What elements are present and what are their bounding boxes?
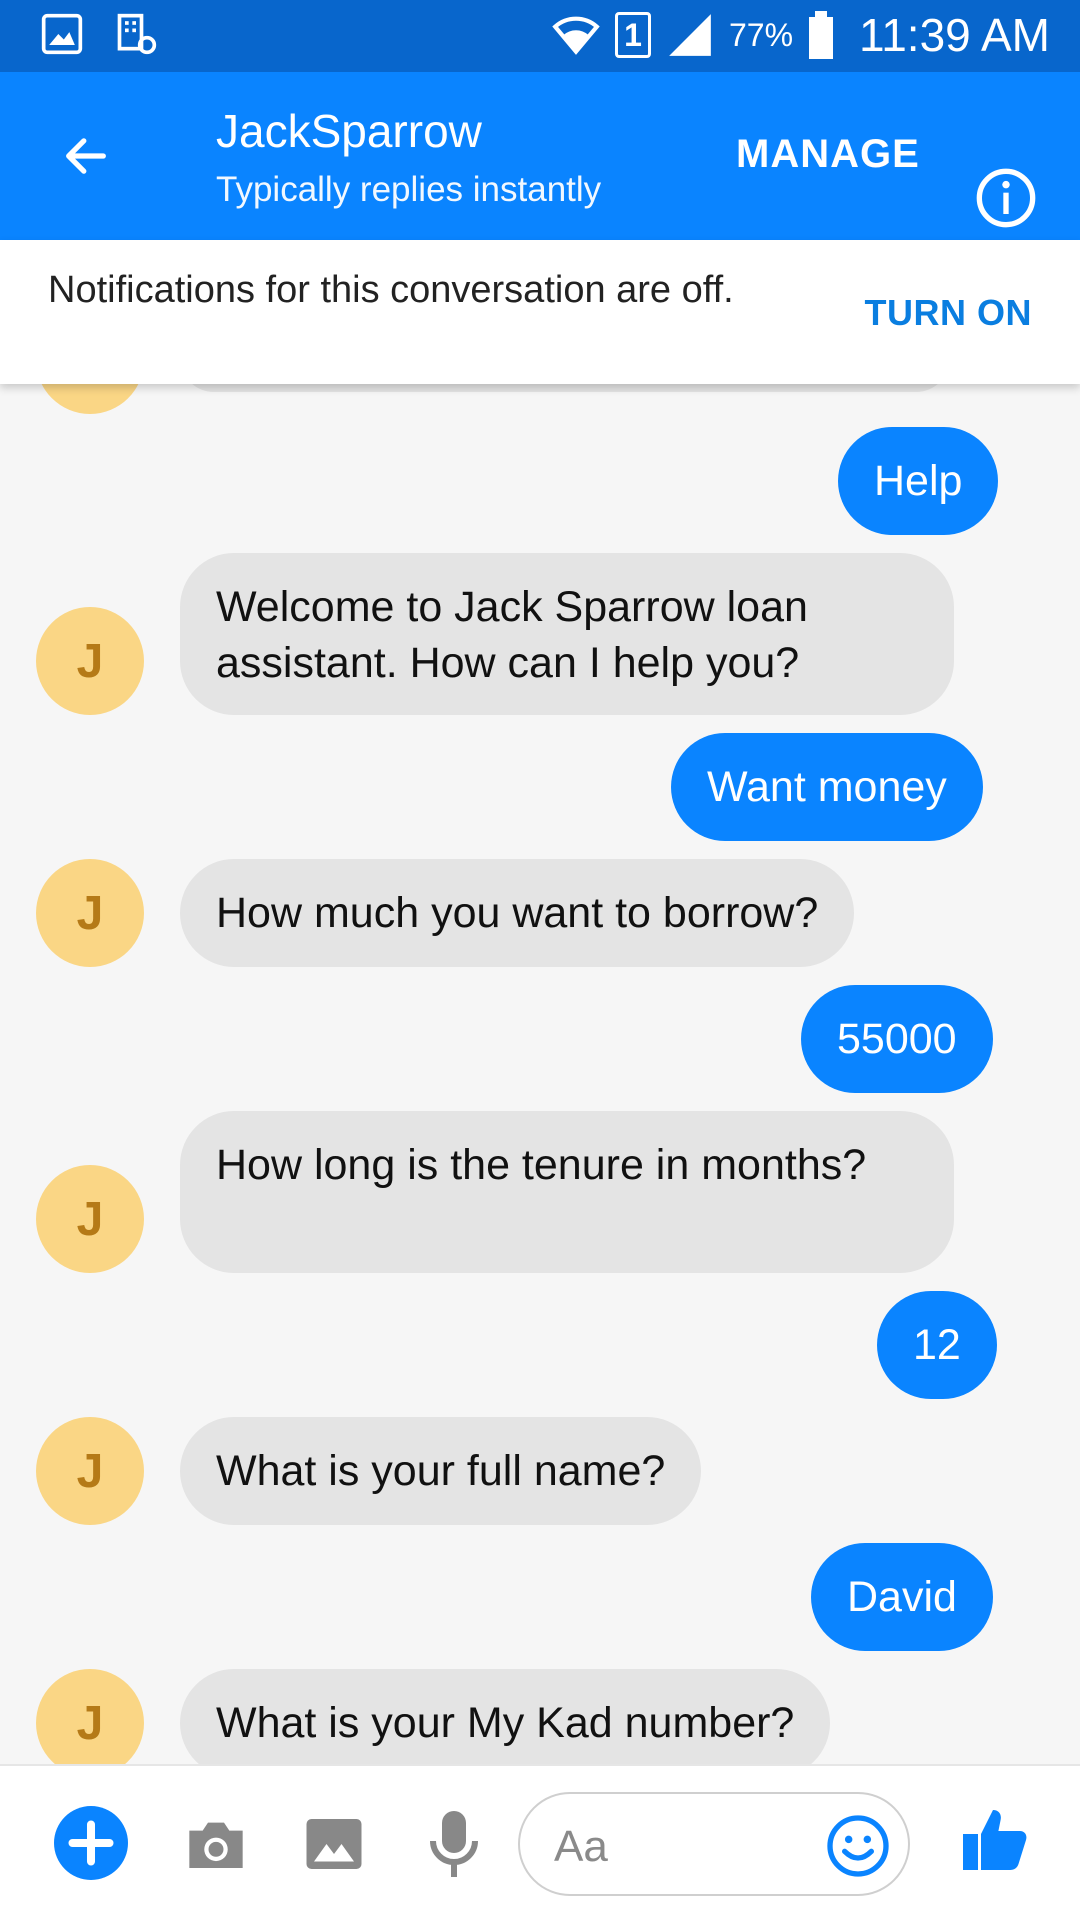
camera-icon[interactable] (184, 1814, 248, 1874)
bot-avatar[interactable]: J (36, 859, 144, 967)
avatar-letter: J (76, 1696, 104, 1750)
message-bubble[interactable]: How long is the tenure in months? (180, 1111, 954, 1273)
composer-bar: Aa (0, 1764, 1080, 1920)
message-input-placeholder: Aa (554, 1822, 608, 1871)
bot-avatar[interactable]: J (36, 1165, 144, 1273)
message-input[interactable]: Aa (518, 1792, 910, 1896)
avatar-letter: J (76, 634, 104, 688)
battery-icon (809, 11, 834, 59)
bot-avatar[interactable]: J (36, 384, 144, 414)
clock: 11:39 AM (859, 9, 1050, 61)
contact-name: JackSparrow (216, 105, 482, 157)
gallery-notification-icon (41, 13, 83, 55)
message-bubble[interactable]: Welcome to Jack Sparrow loan assistant. … (180, 553, 954, 715)
bot-avatar[interactable]: J (36, 607, 144, 715)
settings-notification-icon (117, 13, 157, 55)
back-arrow-icon (66, 138, 106, 174)
message-bubble[interactable]: What is your My Kad number? (180, 1669, 831, 1764)
message-bubble[interactable]: How much you want to borrow? (180, 859, 855, 967)
wifi-icon (552, 16, 600, 55)
info-icon[interactable] (974, 166, 1038, 230)
bot-avatar[interactable]: J (36, 1669, 144, 1764)
status-bar: 1 77% 11:39 AM (0, 0, 1080, 72)
message-bubble[interactable]: What is your full name? (180, 1417, 702, 1525)
microphone-icon[interactable] (428, 1808, 480, 1880)
message-bubble[interactable]: Help (838, 427, 999, 535)
message-bubble[interactable]: Want money (671, 733, 983, 841)
message-bubble[interactable] (180, 384, 950, 392)
avatar-letter: J (76, 1192, 104, 1246)
notification-banner: Notifications for this conversation are … (0, 240, 1080, 384)
like-thumbs-up-icon[interactable] (960, 1804, 1032, 1876)
notification-text: Notifications for this conversation are … (48, 269, 734, 311)
avatar-letter: J (76, 886, 104, 940)
plus-icon[interactable] (54, 1806, 128, 1880)
photo-gallery-icon[interactable] (304, 1814, 364, 1874)
message-list[interactable]: J Help J Welcome to Jack Sparrow loan as… (0, 384, 1080, 1764)
reply-status: Typically replies instantly (216, 170, 602, 209)
avatar-letter: J (77, 384, 104, 388)
signal-icon (669, 14, 711, 56)
turn-on-button[interactable]: TURN ON (865, 292, 1033, 334)
back-button[interactable] (50, 120, 122, 192)
message-bubble[interactable]: David (811, 1543, 993, 1651)
contact-info[interactable]: JackSparrow Typically replies instantly (216, 104, 601, 210)
battery-percent: 77% (729, 16, 794, 53)
message-bubble[interactable]: 12 (877, 1291, 997, 1399)
emoji-icon[interactable] (826, 1814, 890, 1878)
sim-badge: 1 (615, 12, 651, 58)
message-bubble[interactable]: 55000 (801, 985, 993, 1093)
avatar-letter: J (76, 1444, 104, 1498)
bot-avatar[interactable]: J (36, 1417, 144, 1525)
manage-button[interactable]: MANAGE (736, 132, 920, 177)
conversation-header: JackSparrow Typically replies instantly … (0, 72, 1080, 240)
